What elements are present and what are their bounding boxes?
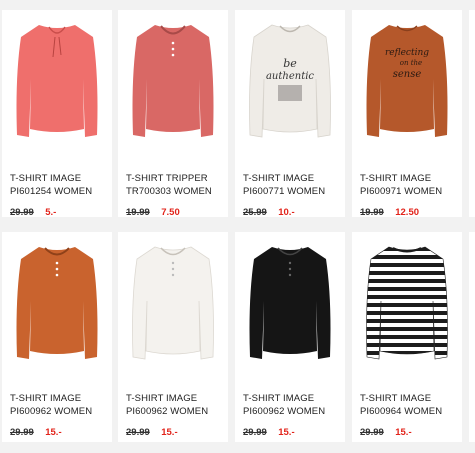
sale-price: 7.50: [161, 207, 180, 218]
old-price: 25.99: [243, 207, 267, 218]
product-image[interactable]: [118, 232, 228, 372]
product-image[interactable]: [235, 232, 345, 372]
sale-price: 15.-: [45, 427, 62, 438]
svg-text:reflecting: reflecting: [385, 48, 429, 58]
svg-text:sense: sense: [393, 69, 422, 80]
product-card[interactable]: T-SHIRT IMAGE PI601254 WOMEN 29.99 5.-: [2, 10, 114, 220]
t-shirt-striped-icon: [366, 246, 448, 360]
product-image[interactable]: [2, 10, 112, 150]
price-row: 29.99 15.-: [126, 422, 178, 440]
product-card[interactable]: T-SHIRT IMAGE PI600962 WOMEN 29.99 15.-: [235, 232, 345, 442]
price-row: 19.99 12.50: [360, 202, 419, 220]
product-image[interactable]: [352, 232, 462, 372]
product-card[interactable]: T-SHIRT TRIPPER TR700303 WOMEN 19.99 7.5…: [118, 10, 230, 220]
t-shirt-black-henley-icon: [249, 247, 331, 359]
sale-price: 15.-: [161, 427, 178, 438]
price-row: 25.99 10.-: [243, 202, 295, 220]
price-row: 29.99 15.-: [10, 422, 62, 440]
product-image[interactable]: reflecting on the sense: [352, 10, 462, 150]
t-shirt-white-henley-icon: [132, 246, 214, 360]
t-shirt-orange-henley-icon: [16, 247, 98, 359]
old-price: 29.99: [10, 207, 34, 218]
product-name[interactable]: T-SHIRT IMAGE PI600962 WOMEN: [243, 392, 347, 418]
t-shirt-coral-tie-neck-icon: [16, 25, 98, 137]
product-name[interactable]: T-SHIRT IMAGE PI600771 WOMEN: [243, 172, 347, 198]
product-image[interactable]: be authentic: [235, 10, 345, 150]
old-price: 29.99: [126, 427, 150, 438]
product-card[interactable]: T-SHIRT IMAGE PI600962 WOMEN 29.99 15.-: [2, 232, 112, 442]
svg-text:authentic: authentic: [266, 71, 314, 82]
old-price: 29.99: [10, 427, 34, 438]
product-card[interactable]: be authentic T-SHIRT IMAGE PI600771 WOME…: [235, 10, 347, 220]
old-price: 29.99: [360, 427, 384, 438]
price-row: 29.99 15.-: [243, 422, 295, 440]
product-image[interactable]: [118, 10, 228, 150]
product-name[interactable]: T-SHIRT IMAGE PI600971 WOMEN: [360, 172, 464, 198]
next-card-edge: [469, 232, 475, 442]
old-price: 19.99: [360, 207, 384, 218]
price-row: 29.99 5.-: [10, 202, 56, 220]
product-card[interactable]: reflecting on the sense T-SHIRT IMAGE PI…: [352, 10, 464, 220]
sale-price: 15.-: [395, 427, 412, 438]
svg-text:be: be: [283, 57, 297, 70]
t-shirt-pink-henley-icon: [132, 25, 214, 137]
product-name[interactable]: T-SHIRT IMAGE PI600962 WOMEN: [126, 392, 230, 418]
t-shirt-white-print-icon: be authentic: [249, 24, 331, 138]
product-name[interactable]: T-SHIRT IMAGE PI601254 WOMEN: [10, 172, 114, 198]
svg-text:on the: on the: [400, 59, 422, 67]
price-row: 19.99 7.50: [126, 202, 180, 220]
price-row: 29.99 15.-: [360, 422, 412, 440]
product-name[interactable]: T-SHIRT TRIPPER TR700303 WOMEN: [126, 172, 230, 198]
sale-price: 5.-: [45, 207, 57, 218]
sale-price: 15.-: [278, 427, 295, 438]
product-card[interactable]: T-SHIRT IMAGE PI600964 WOMEN 29.99 15.-: [352, 232, 462, 442]
sale-price: 10.-: [278, 207, 295, 218]
product-card[interactable]: T-SHIRT IMAGE PI600962 WOMEN 29.99 15.-: [118, 232, 228, 442]
next-card-edge: [469, 10, 475, 217]
old-price: 19.99: [126, 207, 150, 218]
sale-price: 12.50: [395, 207, 420, 218]
product-name[interactable]: T-SHIRT IMAGE PI600962 WOMEN: [10, 392, 114, 418]
product-image[interactable]: [2, 232, 112, 372]
product-name[interactable]: T-SHIRT IMAGE PI600964 WOMEN: [360, 392, 464, 418]
t-shirt-rust-print-icon: reflecting on the sense: [366, 25, 448, 137]
old-price: 29.99: [243, 427, 267, 438]
